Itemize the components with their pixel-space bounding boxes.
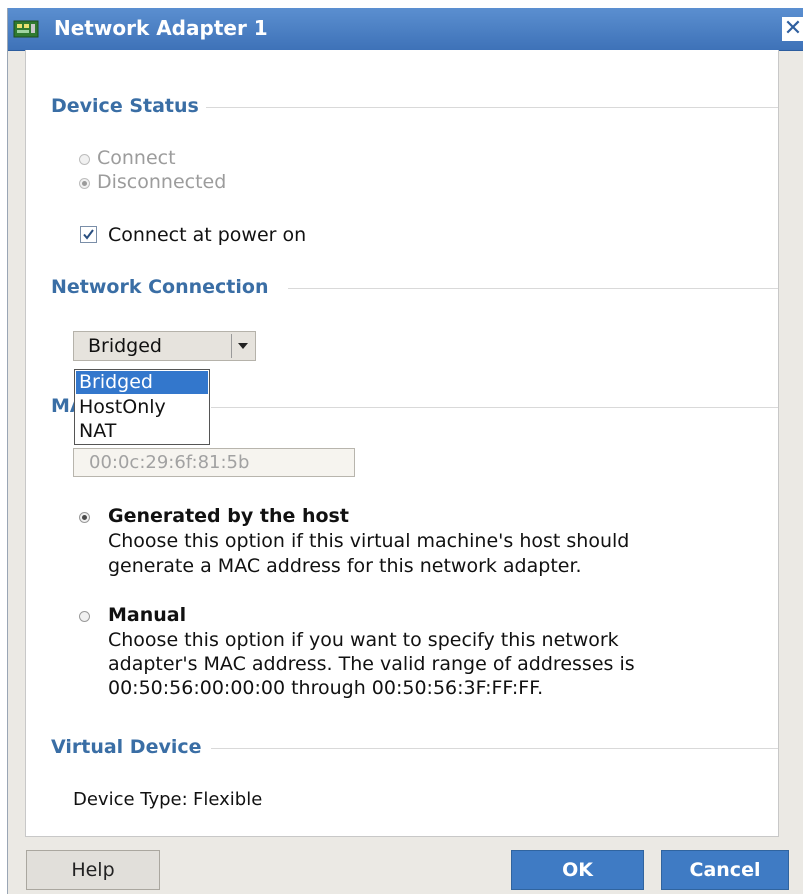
disconnected-radio[interactable]: [79, 178, 90, 189]
connect-at-power-on-checkbox[interactable]: [80, 226, 97, 243]
section-heading: Virtual Device: [51, 736, 202, 758]
divider: [206, 107, 778, 108]
chevron-down-icon[interactable]: [238, 343, 248, 349]
manual-description-line: Choose this option if you want to specif…: [108, 629, 619, 651]
divider: [288, 288, 778, 289]
generated-by-host-radio[interactable]: [79, 512, 90, 523]
checkmark-icon: [83, 229, 94, 240]
generated-by-host-label: Generated by the host: [108, 505, 349, 527]
generated-description-line: Choose this option if this virtual machi…: [108, 530, 630, 552]
connect-label: Connect: [97, 147, 176, 169]
ok-button[interactable]: OK: [511, 850, 644, 890]
select-value: Bridged: [88, 335, 162, 357]
manual-label: Manual: [108, 604, 187, 626]
device-type-label: Device Type:: [73, 789, 188, 810]
network-connection-dropdown: Bridged HostOnly NAT: [74, 369, 210, 445]
manual-description-line: 00:50:56:00:00:00 through 00:50:56:3F:FF…: [108, 677, 544, 699]
section-heading: Device Status: [51, 95, 199, 117]
disconnected-label: Disconnected: [97, 171, 227, 193]
network-connection-select[interactable]: Bridged: [73, 331, 256, 361]
dropdown-option-hostonly[interactable]: HostOnly: [76, 396, 208, 419]
settings-panel: Device Status Connect Disconnected Conne…: [25, 50, 779, 837]
cancel-button[interactable]: Cancel: [661, 850, 789, 890]
dropdown-option-bridged[interactable]: Bridged: [76, 371, 208, 394]
section-device-status: Device Status: [51, 95, 778, 119]
divider: [211, 407, 778, 408]
section-virtual-device: Virtual Device: [51, 736, 778, 760]
section-heading: Network Connection: [51, 276, 269, 298]
connect-radio[interactable]: [79, 154, 90, 165]
network-adapter-icon: [13, 20, 39, 38]
help-button[interactable]: Help: [26, 850, 160, 890]
connect-at-power-on-label: Connect at power on: [108, 224, 307, 246]
device-type-value: Flexible: [193, 789, 263, 810]
generated-description-line: generate a MAC address for this network …: [108, 555, 582, 577]
close-icon[interactable]: ✕: [782, 17, 803, 41]
title-bar[interactable]: Network Adapter 1 ✕: [8, 8, 803, 51]
section-network-connection: Network Connection: [51, 276, 778, 300]
window-edge: [0, 0, 7, 894]
dropdown-option-nat[interactable]: NAT: [76, 420, 208, 443]
divider: [211, 748, 778, 749]
window-title: Network Adapter 1: [54, 16, 268, 40]
manual-description-line: adapter's MAC address. The valid range o…: [108, 653, 635, 675]
manual-radio[interactable]: [79, 611, 90, 622]
mac-address-field[interactable]: 00:0c:29:6f:81:5b: [73, 448, 355, 477]
select-separator: [231, 334, 232, 358]
network-adapter-dialog: Network Adapter 1 ✕ Device Status Connec…: [7, 8, 803, 894]
